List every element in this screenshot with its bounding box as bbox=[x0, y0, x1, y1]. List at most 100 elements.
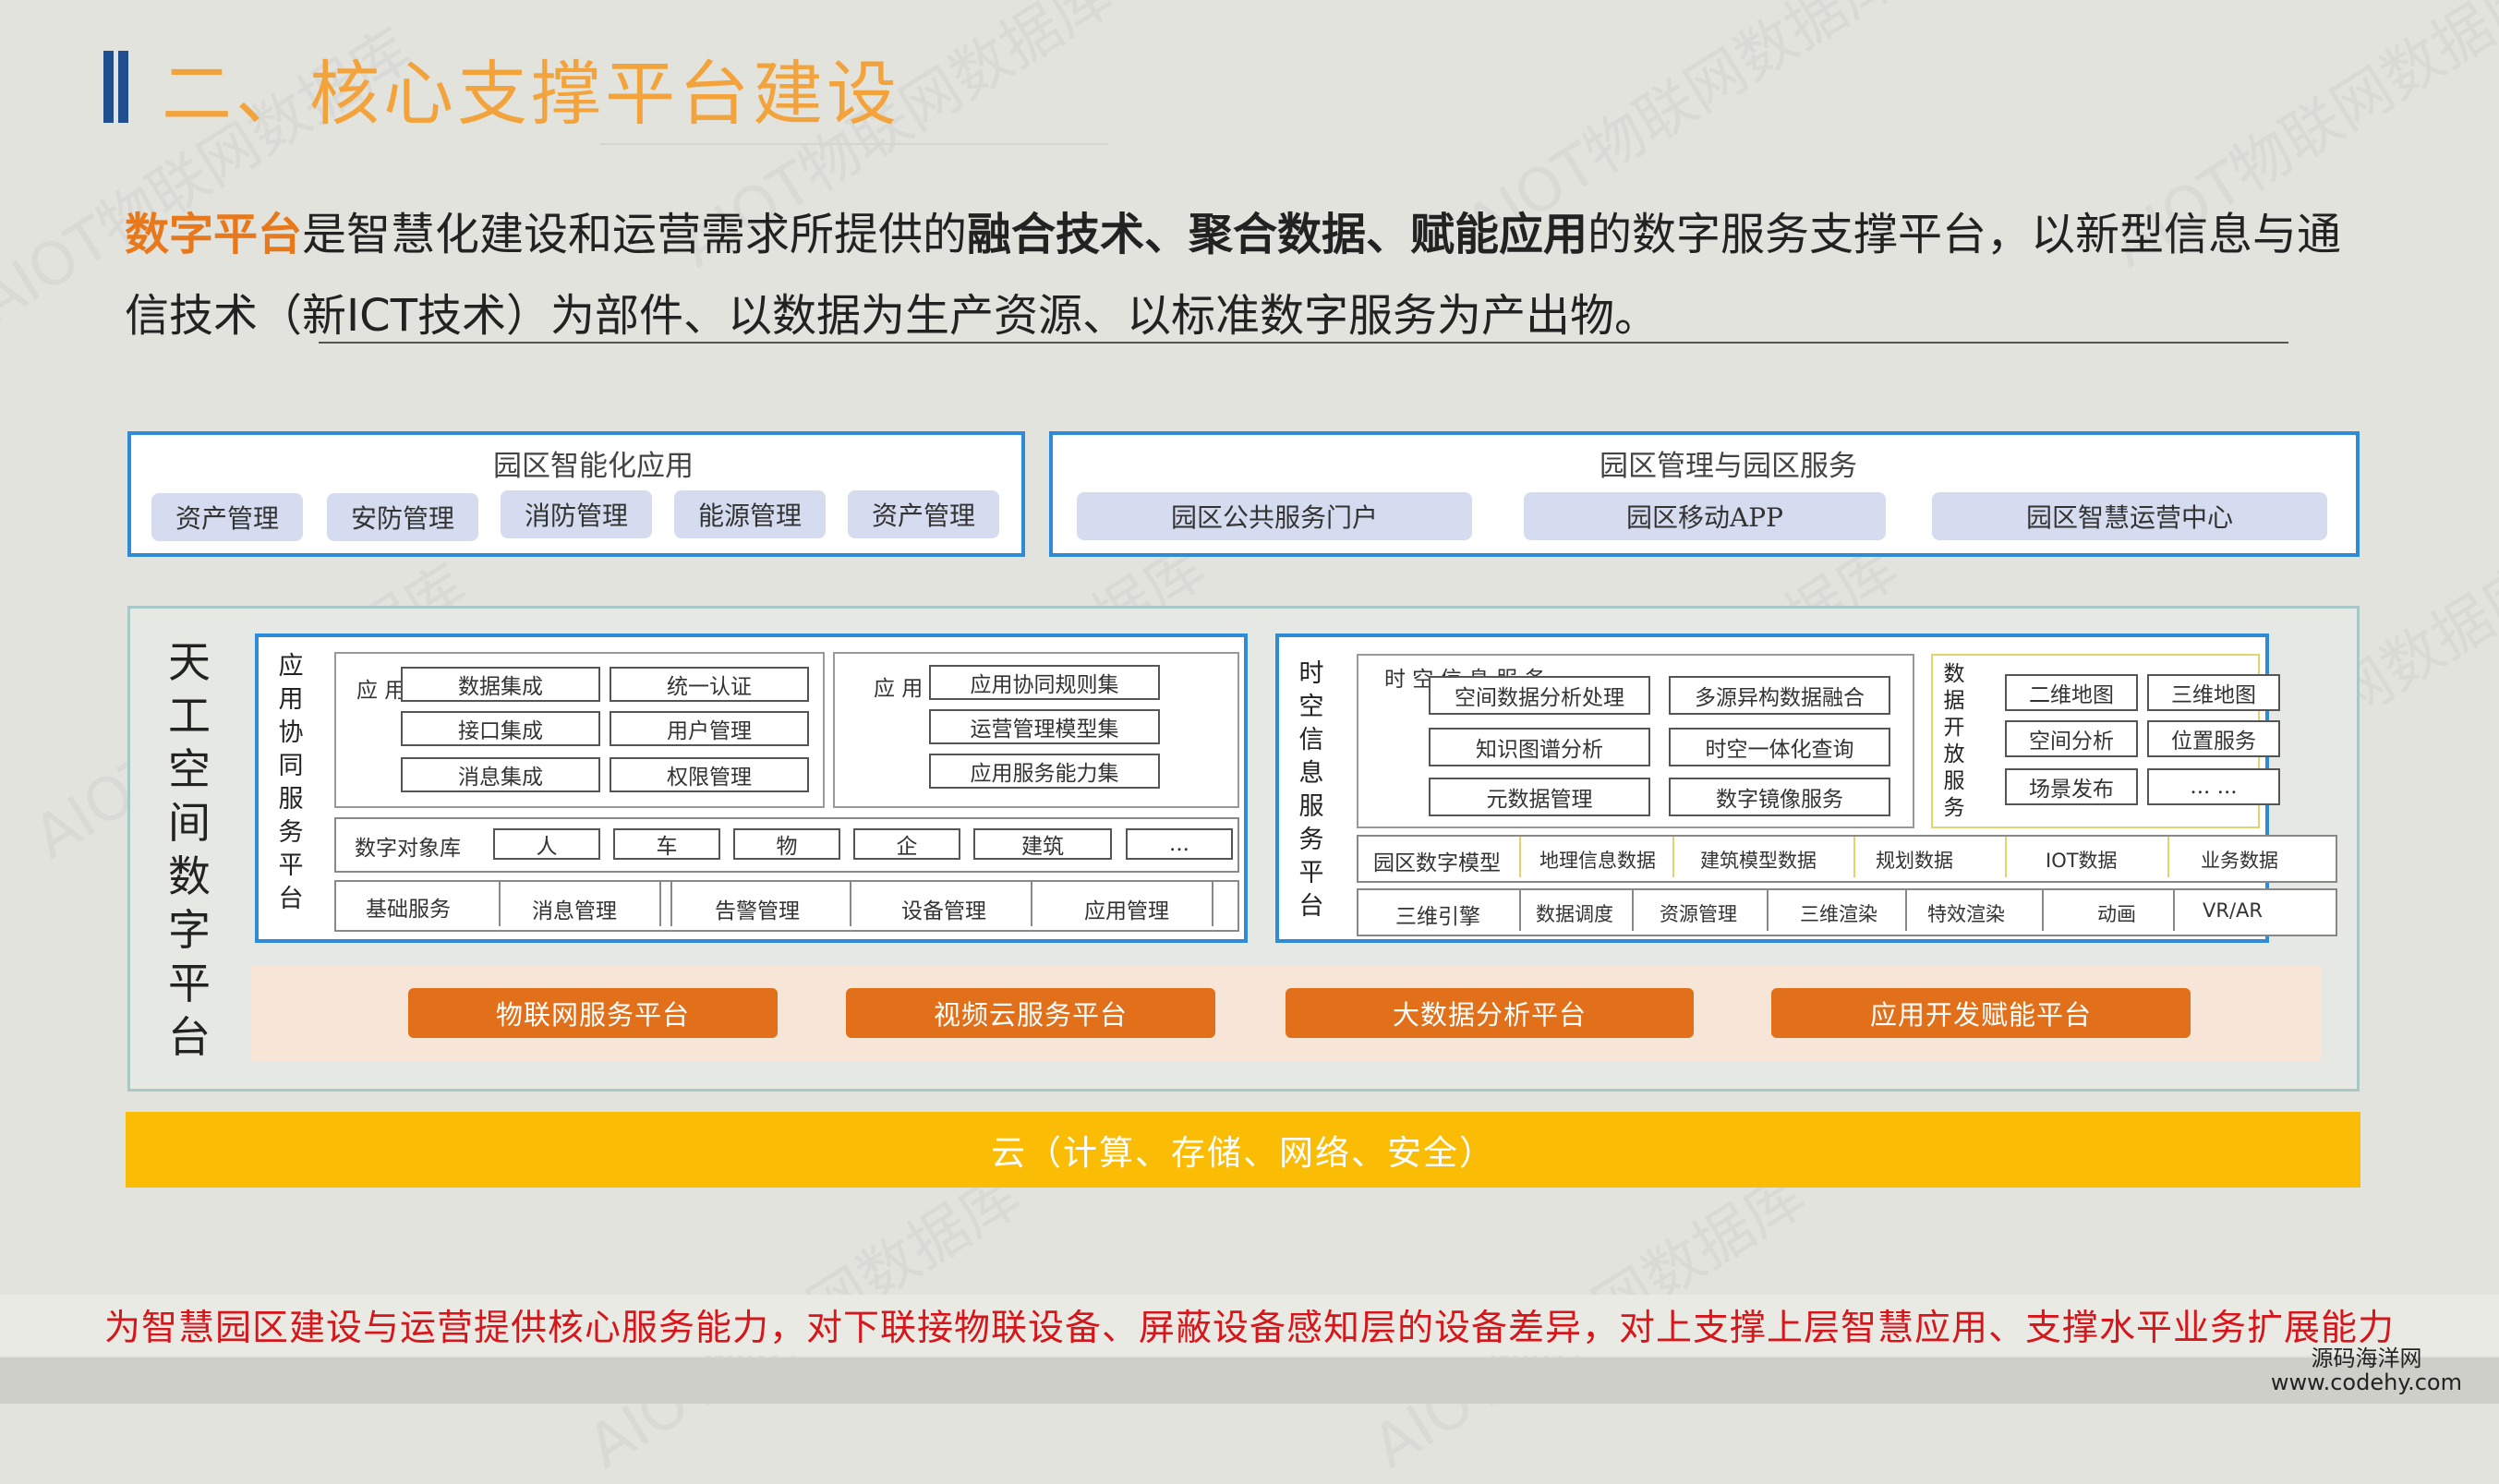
capability-cell[interactable]: 运营管理模型集 bbox=[929, 709, 1160, 744]
separator bbox=[670, 882, 672, 926]
separator bbox=[1519, 837, 1521, 877]
cloud-infrastructure-bar: 云（计算、存储、网络、安全） bbox=[126, 1112, 2360, 1188]
object-cell[interactable]: 建筑 bbox=[973, 828, 1112, 860]
corner-line: 源码海洋网 bbox=[2311, 1345, 2422, 1371]
model-item[interactable]: 地理信息数据 bbox=[1539, 846, 1656, 874]
capability-cell[interactable]: 数据集成 bbox=[401, 667, 600, 702]
platform-name-char: 数 bbox=[168, 851, 211, 901]
name-char: 服 bbox=[1943, 769, 1965, 793]
open-service-cell[interactable]: 三维地图 bbox=[2147, 674, 2280, 711]
bottom-band bbox=[0, 1357, 2499, 1404]
name-char: 务 bbox=[1298, 826, 1324, 854]
smart-apps-panel: 园区智能化应用 资产管理 安防管理 消防管理 能源管理 资产管理 bbox=[127, 431, 1025, 557]
app-pill[interactable]: 资产管理 bbox=[151, 493, 303, 541]
name-char: 时 bbox=[1298, 659, 1324, 688]
name-char: 务 bbox=[1943, 796, 1965, 820]
platform-name-char: 间 bbox=[168, 798, 211, 848]
object-cell[interactable]: 企 bbox=[853, 828, 960, 860]
app-pill[interactable]: 安防管理 bbox=[327, 493, 478, 541]
separator bbox=[1031, 882, 1032, 926]
object-cell[interactable]: 车 bbox=[613, 828, 720, 860]
open-service-cell[interactable]: 空间分析 bbox=[2005, 720, 2138, 757]
platform-name-char: 平 bbox=[168, 959, 211, 1008]
base-service-item[interactable]: 消息管理 bbox=[532, 893, 617, 924]
name-char: 服 bbox=[278, 785, 304, 814]
platform-name-char: 工 bbox=[168, 691, 211, 741]
spatial-name: 时 空 信 息 服 务 平 台 bbox=[1298, 658, 1325, 923]
service-platform-button[interactable]: 视频云服务平台 bbox=[846, 988, 1215, 1038]
service-pill[interactable]: 园区公共服务门户 bbox=[1077, 492, 1472, 540]
data-open-label: 数 据 开 放 服 务 bbox=[1942, 661, 1966, 822]
app-pill[interactable]: 能源管理 bbox=[674, 490, 826, 538]
open-service-cell[interactable]: 位置服务 bbox=[2147, 720, 2280, 757]
object-cell[interactable]: 物 bbox=[733, 828, 840, 860]
engine-item[interactable]: 资源管理 bbox=[1660, 899, 1737, 927]
separator bbox=[2167, 837, 2169, 877]
capability-cell[interactable]: 接口集成 bbox=[401, 711, 600, 746]
engine-item[interactable]: 特效渲染 bbox=[1927, 899, 2005, 927]
open-service-cell[interactable]: ... ... bbox=[2147, 768, 2280, 805]
capability-cell[interactable]: 统一认证 bbox=[610, 667, 809, 702]
group-label: 应 用 bbox=[874, 677, 924, 701]
open-service-cell[interactable]: 二维地图 bbox=[2005, 674, 2138, 711]
service-platform-button[interactable]: 大数据分析平台 bbox=[1286, 988, 1694, 1038]
name-char: 台 bbox=[1298, 892, 1324, 921]
capability-cell[interactable]: 应用服务能力集 bbox=[929, 754, 1160, 789]
page-title: 二、核心支撑平台建设 bbox=[162, 53, 900, 135]
separator bbox=[850, 882, 851, 926]
spatial-service-cell[interactable]: 时空一体化查询 bbox=[1669, 728, 1890, 766]
capability-cell[interactable]: 用户管理 bbox=[610, 711, 809, 746]
model-item[interactable]: 规划数据 bbox=[1876, 846, 1953, 874]
engine-item[interactable]: 三维渲染 bbox=[1800, 899, 1877, 927]
service-platform-button[interactable]: 物联网服务平台 bbox=[408, 988, 778, 1038]
title-accent-bar bbox=[103, 51, 114, 123]
spatial-service-cell[interactable]: 多源异构数据融合 bbox=[1669, 676, 1890, 715]
group-label: 应 用 bbox=[356, 679, 406, 703]
name-char: 台 bbox=[278, 885, 304, 913]
engine-item[interactable]: 动画 bbox=[2097, 899, 2136, 927]
service-pill[interactable]: 园区智慧运营中心 bbox=[1932, 492, 2327, 540]
open-service-cell[interactable]: 场景发布 bbox=[2005, 768, 2138, 805]
name-char: 信 bbox=[1298, 726, 1324, 754]
engine-item[interactable]: VR/AR bbox=[2203, 899, 2263, 922]
corner-line: www.codehy.com bbox=[2270, 1369, 2462, 1395]
engine-item[interactable]: 数据调度 bbox=[1536, 899, 1613, 927]
name-char: 开 bbox=[1943, 716, 1965, 740]
name-char: 据 bbox=[1943, 689, 1965, 713]
model-item[interactable]: IOT数据 bbox=[2046, 846, 2118, 874]
name-char: 放 bbox=[1943, 742, 1965, 766]
base-service-item[interactable]: 设备管理 bbox=[901, 893, 986, 924]
digital-model-row: 园区数字模型 地理信息数据 建筑模型数据 规划数据 IOT数据 业务数据 bbox=[1357, 835, 2337, 883]
platform-name-char: 天 bbox=[168, 637, 211, 687]
spatial-service-cell[interactable]: 元数据管理 bbox=[1429, 778, 1650, 816]
base-service-item[interactable]: 告警管理 bbox=[715, 893, 800, 924]
intro-text: 技术）为部件、以数据为生产资源、以标准数字服务为产出物。 bbox=[417, 290, 1660, 342]
app-pill[interactable]: 资产管理 bbox=[848, 490, 999, 538]
base-services-row: 基础服务 消息管理 告警管理 设备管理 应用管理 bbox=[334, 880, 1239, 932]
capability-cell[interactable]: 权限管理 bbox=[610, 757, 809, 792]
spatial-service-cell[interactable]: 数字镜像服务 bbox=[1669, 778, 1890, 816]
panel-title: 园区管理与园区服务 bbox=[1600, 450, 1857, 483]
spatial-info-panel: 时 空 信 息 服 务 平 台 时 空 信 息 服 务 空间数据分析处理 多源异… bbox=[1275, 633, 2337, 943]
capability-cell[interactable]: 消息集成 bbox=[401, 757, 600, 792]
corner-watermark: 源码海洋网 www.codehy.com bbox=[2271, 1346, 2462, 1394]
base-service-item[interactable]: 应用管理 bbox=[1084, 893, 1169, 924]
name-char: 平 bbox=[1298, 859, 1324, 887]
capability-cell[interactable]: 应用协同规则集 bbox=[929, 665, 1160, 700]
separator bbox=[1212, 882, 1213, 926]
object-cell[interactable]: ... bbox=[1126, 828, 1233, 860]
name-char: 平 bbox=[278, 851, 304, 880]
separator bbox=[1672, 837, 1674, 877]
spatial-service-cell[interactable]: 知识图谱分析 bbox=[1429, 728, 1650, 766]
model-item[interactable]: 业务数据 bbox=[2201, 846, 2278, 874]
object-library-row: 数字对象库 人 车 物 企 建筑 ... bbox=[334, 817, 1239, 873]
service-platform-button[interactable]: 应用开发赋能平台 bbox=[1771, 988, 2191, 1038]
title-accent-bar bbox=[118, 51, 128, 123]
model-item[interactable]: 建筑模型数据 bbox=[1700, 846, 1817, 874]
object-cell[interactable]: 人 bbox=[493, 828, 600, 860]
spatial-service-cell[interactable]: 空间数据分析处理 bbox=[1429, 676, 1650, 715]
service-pill[interactable]: 园区移动APP bbox=[1524, 492, 1886, 540]
separator bbox=[2042, 890, 2044, 931]
app-pill[interactable]: 消防管理 bbox=[501, 490, 652, 538]
intro-paragraph: 数字平台是智慧化建设和运营需求所提供的融合技术、聚合数据、赋能应用的数字服务支撑… bbox=[125, 194, 2360, 356]
